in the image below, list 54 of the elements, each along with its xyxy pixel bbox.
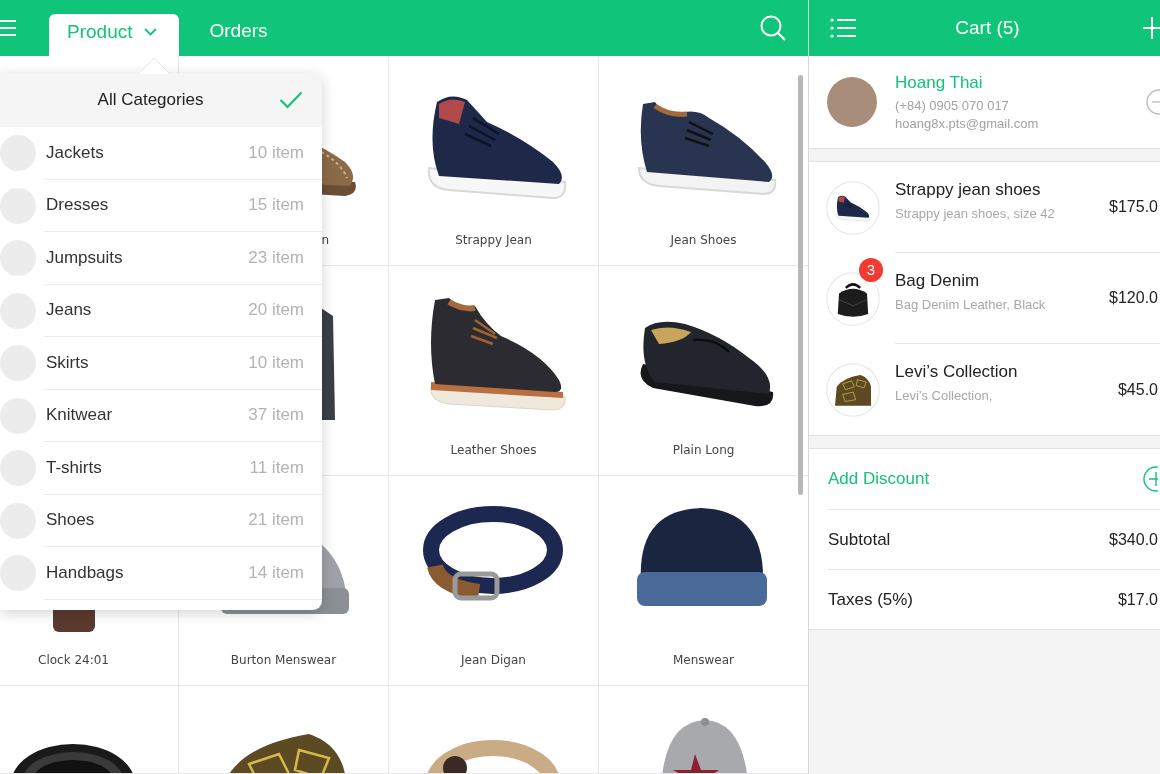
total-label: Taxes (5%) [828,589,914,610]
product-name: Menswear [672,653,735,667]
customer-email: hoang8x.pts@gmail.com [895,116,1039,131]
product-name: n [321,233,329,247]
product-name: Jean Digan [461,653,526,667]
item-detail: Strappy jean shoes, size 42 [895,205,1055,221]
item-count: 20 item [248,300,304,321]
tie-drawing [826,362,880,417]
item-price: $120.0 [1109,289,1158,307]
item-count: 11 item [249,457,304,478]
search-icon[interactable] [760,15,786,41]
plus-icon[interactable] [1143,17,1160,39]
item-detail: Bag Denim Leather, Black [895,296,1046,312]
item-count: 10 item [248,142,304,163]
customer-name: Hoang Thai [895,73,984,93]
category-name[interactable]: Skirts [46,352,89,373]
item-detail: Levi’s Collection, [895,388,994,403]
category-name[interactable]: T-shirts [46,457,102,478]
category-name[interactable]: All Categories [22,90,279,110]
item-count: 23 item [248,247,304,268]
customer-phone: (+84) 0905 070 017 [895,98,1010,113]
item-count: 21 item [248,510,304,531]
item-name: Bag Denim [895,270,981,291]
product-name: Strappy Jean [455,233,532,247]
item-count: 10 item [248,352,304,373]
chevron-down-icon [144,28,158,36]
category-name[interactable]: Knitwear [46,405,113,426]
item-name: Levi’s Collection [895,362,1018,382]
category-name[interactable]: Dresses [46,195,109,216]
sneaker-drawing [826,180,880,235]
item-count: 37 item [248,405,304,426]
quantity-badge: 3 [859,257,883,282]
item-count: 14 item [248,562,304,583]
total-label: Subtotal [828,529,891,550]
menu-icon[interactable] [0,19,16,37]
item-name: Strappy jean shoes [895,179,1042,200]
list-icon[interactable] [830,18,856,38]
product-name: Leather Shoes [450,443,537,457]
product-name: Plain Long [672,443,735,457]
product-name: Burton Menswear [230,653,337,667]
category-name[interactable]: Jackets [46,142,104,163]
product-name: Jean Shoes [670,233,737,247]
category-name[interactable]: Shoes [46,510,95,531]
total-value: $17.0 [1117,590,1158,609]
category-name[interactable]: Handbags [46,562,124,583]
product-name: Clock 24:01 [38,653,109,667]
item-price: $175.0 [1109,198,1158,216]
item-price: $45.0 [1117,380,1158,399]
cart-title: Cart (5) [954,17,1021,39]
category-name[interactable]: Jumpsuits [46,247,123,268]
total-value: $340.0 [1109,530,1158,549]
category-name[interactable]: Jeans [46,300,92,321]
item-count: 15 item [248,195,304,216]
avatar [827,77,877,127]
